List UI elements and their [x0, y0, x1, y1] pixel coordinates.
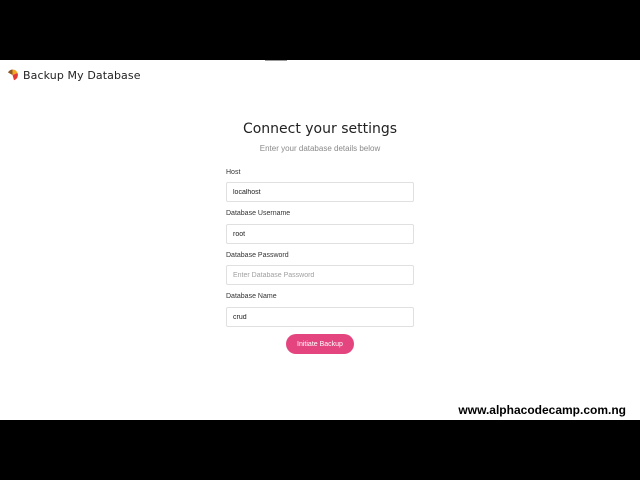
- navbar: Backup My Database: [0, 60, 640, 92]
- password-label: Database Password: [226, 252, 289, 259]
- dbname-label: Database Name: [226, 293, 277, 300]
- letterbox-bottom: [0, 420, 640, 480]
- initiate-backup-button[interactable]: Initiate Backup: [286, 334, 354, 354]
- letterbox-top: [0, 0, 640, 60]
- brand-title[interactable]: Backup My Database: [23, 69, 141, 82]
- pie-chart-logo-icon[interactable]: [7, 69, 18, 81]
- dbname-input[interactable]: [226, 307, 414, 327]
- browser-viewport: Backup My Database Connect your settings…: [0, 60, 640, 420]
- host-label: Host: [226, 169, 241, 176]
- host-input[interactable]: [226, 182, 414, 202]
- page-subtitle: Enter your database details below: [259, 144, 381, 153]
- username-input[interactable]: [226, 224, 414, 244]
- page-title: Connect your settings: [242, 121, 398, 137]
- watermark-text: www.alphacodecamp.com.ng: [458, 403, 626, 417]
- password-input[interactable]: [226, 265, 414, 285]
- username-label: Database Username: [226, 210, 291, 217]
